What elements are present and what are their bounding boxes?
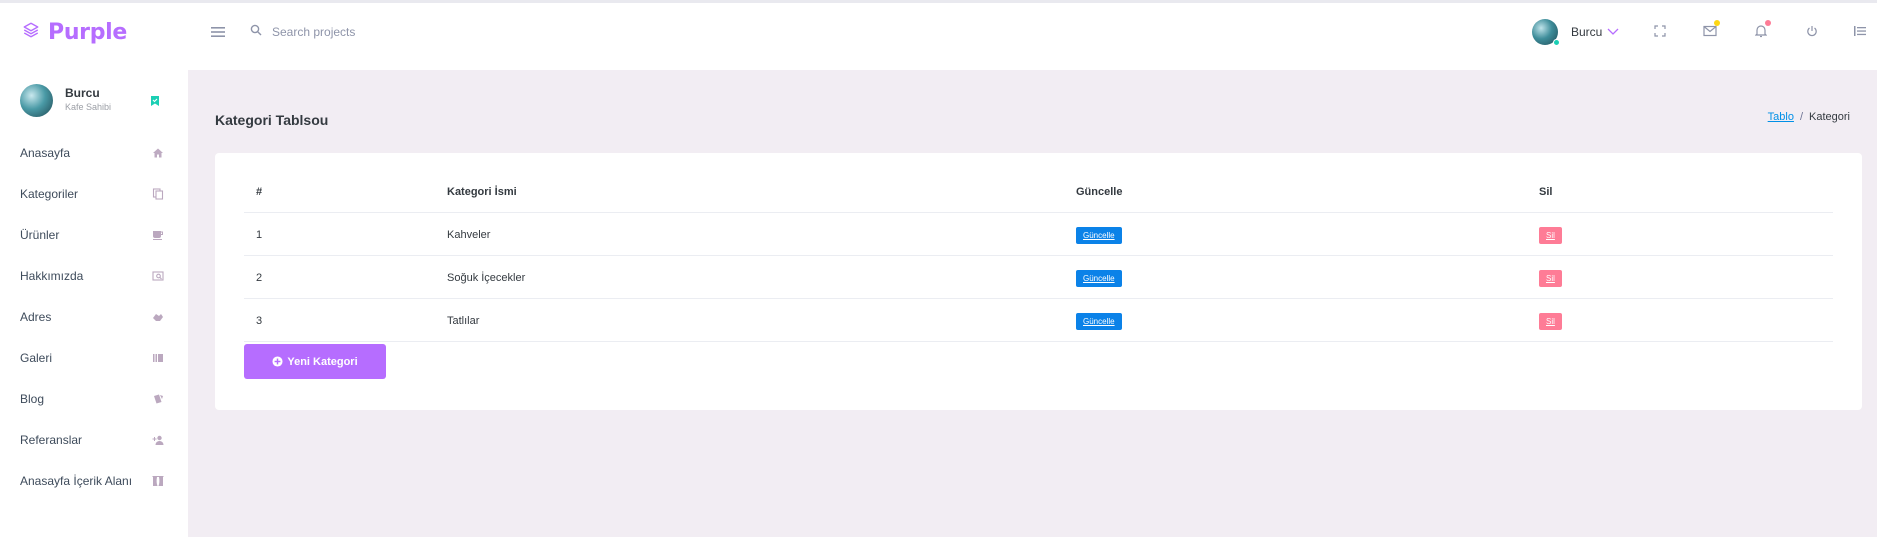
row-category-name: Tatlılar [447, 315, 480, 327]
bell-icon[interactable] [1752, 20, 1771, 40]
fullscreen-icon[interactable] [1651, 22, 1669, 40]
row-id: 3 [256, 315, 263, 327]
page-title: Kategori Tablsou [215, 112, 329, 128]
sidebar-item-label: Blog [20, 392, 45, 406]
breadcrumb: Tablo / Kategori [1768, 111, 1850, 123]
column-header-delete: Sil [1539, 186, 1553, 198]
menu-icon[interactable] [209, 23, 227, 41]
nav-profile-dropdown[interactable]: Burcu [1532, 17, 1619, 47]
delete-button[interactable]: Sil [1539, 226, 1562, 244]
curtains-icon [151, 474, 165, 488]
bookmark-check-icon [149, 94, 161, 106]
navbar: Purple Burcu [0, 3, 1877, 70]
mail-indicator-dot [1714, 20, 1720, 26]
sidebar-item-kategoriler[interactable]: Kategoriler [20, 184, 165, 204]
nav-username: Burcu [1571, 25, 1603, 39]
format-list-icon[interactable] [1851, 22, 1869, 40]
update-button[interactable]: Güncelle [1076, 312, 1122, 330]
copy-icon [151, 187, 165, 201]
update-button[interactable]: Güncelle [1076, 226, 1122, 244]
sidebar-item-label: Ürünler [20, 228, 60, 242]
image-search-icon [151, 269, 165, 283]
plus-circle-icon [272, 356, 283, 367]
power-icon[interactable] [1803, 22, 1821, 40]
table-header: # Kategori İsmi Güncelle Sil [244, 171, 1833, 213]
sidebar-profile[interactable]: Burcu Kafe Sahibi [20, 84, 170, 120]
table-row: 1 Kahveler Güncelle Sil [244, 214, 1833, 256]
table-row: 2 Soğuk İçecekler Güncelle Sil [244, 257, 1833, 299]
sidebar: Burcu Kafe Sahibi Anasayfa Kategoriler Ü… [0, 70, 188, 537]
main-content: Kategori Tablsou Tablo / Kategori # Kate… [188, 70, 1877, 537]
sidebar-item-referanslar[interactable]: Referanslar [20, 430, 165, 450]
avatar [1532, 19, 1560, 46]
sidebar-item-label: Hakkımızda [20, 269, 84, 283]
sidebar-item-adres[interactable]: Adres [20, 307, 165, 327]
add-category-label: Yeni Kategori [287, 355, 358, 368]
sidebar-item-label: Galeri [20, 351, 53, 365]
sidebar-item-anasayfa[interactable]: Anasayfa [20, 143, 165, 163]
bell-indicator-dot [1765, 20, 1771, 26]
delete-button[interactable]: Sil [1539, 312, 1562, 330]
column-header-update: Güncelle [1076, 186, 1123, 198]
chevron-down-icon [1607, 27, 1619, 37]
row-id: 1 [256, 229, 263, 241]
online-indicator [1553, 39, 1560, 46]
row-id: 2 [256, 272, 263, 284]
avatar [20, 84, 53, 117]
row-category-name: Kahveler [447, 229, 491, 241]
sidebar-item-blog[interactable]: Blog [20, 389, 165, 409]
hand-pointer-icon [151, 310, 165, 324]
update-button[interactable]: Güncelle [1076, 269, 1122, 287]
home-icon [151, 146, 165, 160]
coffee-icon [151, 228, 165, 242]
layers-icon [22, 21, 40, 44]
sidebar-item-label: Anasayfa İçerik Alanı [20, 474, 133, 488]
search-icon [250, 23, 262, 41]
sidebar-item-label: Anasayfa [20, 146, 71, 160]
sidebar-item-galeri[interactable]: Galeri [20, 348, 165, 368]
sidebar-item-label: Kategoriler [20, 187, 79, 201]
row-category-name: Soğuk İçecekler [447, 272, 526, 284]
add-category-button[interactable]: Yeni Kategori [244, 344, 386, 379]
sidebar-item-label: Referanslar [20, 433, 83, 447]
breadcrumb-link-tablo[interactable]: Tablo [1768, 111, 1794, 123]
sidebar-item-label: Adres [20, 310, 52, 324]
column-header-id: # [256, 186, 263, 198]
sidebar-item-hakkimizda[interactable]: Hakkımızda [20, 266, 165, 286]
gallery-icon [151, 351, 165, 365]
category-table-card: # Kategori İsmi Güncelle Sil 1 Kahveler … [215, 153, 1862, 410]
brand-logo[interactable]: Purple [22, 18, 127, 46]
mail-icon[interactable] [1701, 20, 1720, 40]
column-header-name: Kategori İsmi [447, 186, 517, 198]
profile-name: Burcu [65, 86, 100, 100]
breadcrumb-current: Kategori [1809, 111, 1850, 123]
brand-name: Purple [48, 19, 128, 45]
table-row: 3 Tatlılar Güncelle Sil [244, 300, 1833, 342]
profile-role: Kafe Sahibi [65, 102, 112, 112]
sidebar-item-urunler[interactable]: Ürünler [20, 225, 165, 245]
search-input[interactable] [272, 25, 472, 39]
sidebar-item-anasayfa-icerik-alani[interactable]: Anasayfa İçerik Alanı [20, 471, 165, 491]
delete-button[interactable]: Sil [1539, 269, 1562, 287]
search-bar [250, 21, 472, 43]
cards-icon [151, 392, 165, 406]
user-plus-icon [151, 433, 165, 447]
breadcrumb-separator: / [1799, 111, 1804, 123]
